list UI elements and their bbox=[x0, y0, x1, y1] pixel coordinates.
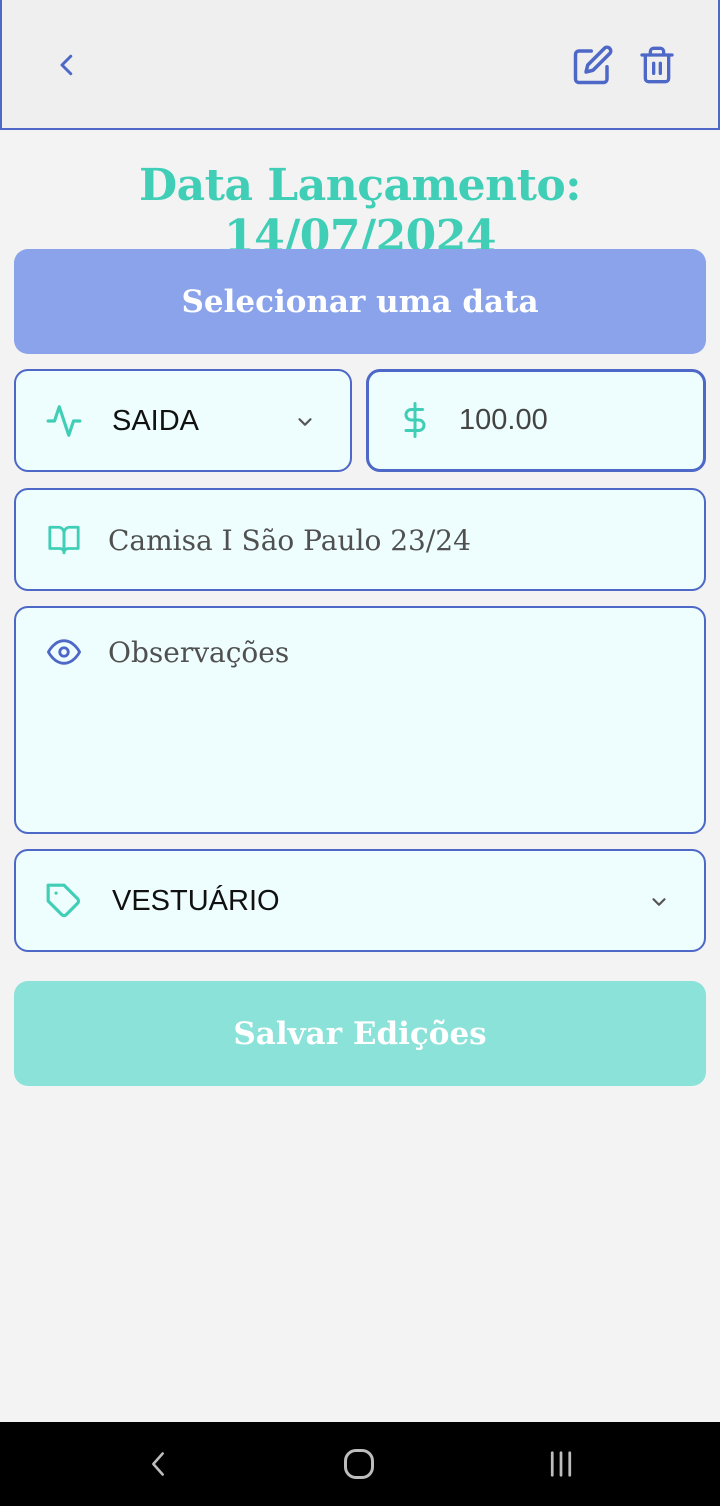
type-select-value: SAIDA bbox=[112, 405, 200, 437]
observations-placeholder: Observações bbox=[108, 636, 290, 669]
page-title: Data Lançamento: 14/07/2024 bbox=[138, 160, 582, 262]
category-select-value: VESTUÁRIO bbox=[112, 885, 280, 917]
trash-icon bbox=[640, 46, 674, 84]
category-select[interactable]: VESTUÁRIO bbox=[14, 849, 706, 952]
observations-field[interactable]: Observações bbox=[14, 606, 706, 834]
nav-back-icon bbox=[152, 1452, 164, 1476]
nav-home-button[interactable] bbox=[329, 1434, 389, 1494]
select-date-button[interactable]: Selecionar uma data bbox=[14, 249, 706, 354]
activity-icon bbox=[44, 401, 84, 441]
eye-icon bbox=[44, 634, 84, 670]
chevron-down-icon bbox=[292, 409, 318, 435]
dollar-icon bbox=[395, 400, 435, 440]
nav-home-icon bbox=[344, 1449, 374, 1479]
chevron-left-icon bbox=[60, 54, 73, 76]
book-icon bbox=[44, 522, 84, 558]
system-navigation-bar bbox=[0, 1422, 720, 1506]
description-value: Camisa I São Paulo 23/24 bbox=[108, 524, 471, 557]
delete-button[interactable] bbox=[632, 40, 682, 90]
amount-field[interactable]: 100.00 bbox=[366, 369, 706, 472]
tag-icon bbox=[44, 881, 84, 921]
description-field[interactable]: Camisa I São Paulo 23/24 bbox=[14, 488, 706, 591]
amount-value: 100.00 bbox=[459, 404, 548, 436]
nav-recents-button[interactable] bbox=[531, 1434, 591, 1494]
back-button[interactable] bbox=[42, 40, 92, 90]
save-edits-button[interactable]: Salvar Edições bbox=[14, 981, 706, 1086]
top-app-bar bbox=[0, 0, 720, 130]
edit-icon bbox=[573, 45, 613, 85]
nav-recents-icon bbox=[550, 1451, 572, 1477]
chevron-down-icon bbox=[646, 889, 672, 915]
nav-back-button[interactable] bbox=[128, 1434, 188, 1494]
edit-button[interactable] bbox=[568, 40, 618, 90]
type-select[interactable]: SAIDA bbox=[14, 369, 352, 472]
